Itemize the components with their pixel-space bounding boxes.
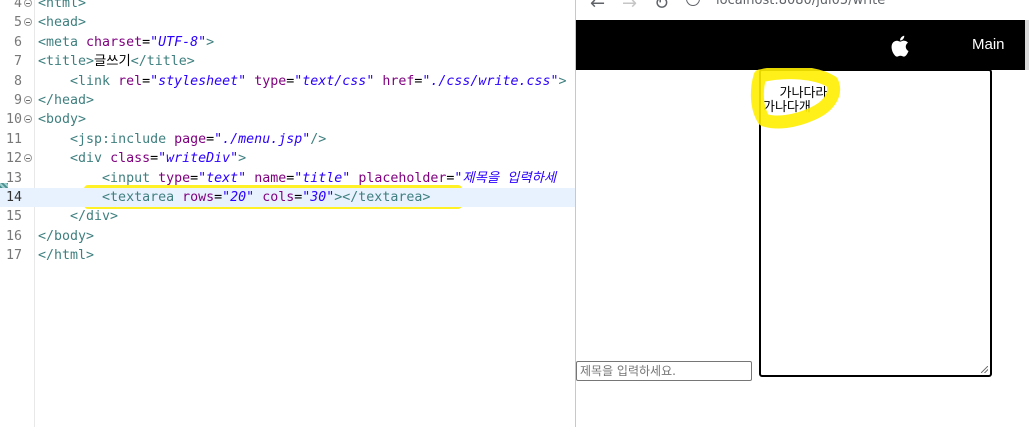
line-number: 7	[13, 54, 22, 70]
code-text: <input type="text" name="title" placehol…	[102, 170, 557, 186]
code-line[interactable]: 8 <link rel="stylesheet" type="text/css"…	[0, 72, 575, 91]
line-number: 10	[5, 112, 22, 128]
code-text: </html>	[38, 248, 95, 264]
line-number: 11	[5, 131, 22, 147]
scrollbar[interactable]	[1025, 20, 1029, 70]
code-line[interactable]: 14 <textarea rows="20" cols="30"></texta…	[0, 188, 575, 208]
code-text: <meta charset="UTF-8">	[38, 34, 215, 50]
code-text: </head>	[38, 93, 95, 108]
line-number: 12	[5, 151, 22, 167]
code-text: <div class="writeDiv">	[70, 151, 247, 167]
code-line[interactable]: 4 <html>	[0, 0, 575, 13]
fold-toggle-icon[interactable]	[24, 18, 32, 27]
menu-bar: Main	[576, 20, 1029, 70]
browser-window: ← → ↻ localhost:8080/jul05/write Main 가나…	[575, 0, 1029, 427]
code-text: <link rel="stylesheet" type="text/css" h…	[70, 73, 567, 89]
code-line[interactable]: 17 </html>	[0, 246, 575, 265]
line-number: 8	[13, 73, 22, 89]
address-bar[interactable]: localhost:8080/jul05/write	[716, 0, 885, 8]
line-number: 4	[13, 0, 22, 11]
line-number: 15	[5, 209, 22, 225]
resize-handle[interactable]	[981, 366, 988, 373]
fold-toggle-icon[interactable]	[24, 0, 32, 7]
code-line[interactable]: 12 <div class="writeDiv">	[0, 149, 575, 168]
code-editor[interactable]: 4 <html> 5 <head> 6 <meta charset="UTF-8"> 7 <t…	[0, 0, 575, 427]
line-number: 5	[13, 15, 22, 31]
code-text: <jsp:include page="./menu.jsp"/>	[70, 131, 327, 147]
code-text: <title>글쓰기</title>	[38, 54, 195, 70]
title-input[interactable]	[576, 361, 752, 381]
back-arrow-icon[interactable]: ←	[590, 0, 605, 14]
site-info-icon[interactable]	[686, 0, 700, 6]
fold-toggle-icon[interactable]	[24, 115, 32, 124]
textarea-text: 가나다라 가나다개	[763, 86, 828, 115]
reload-icon[interactable]: ↻	[654, 0, 669, 14]
line-number: 9	[13, 93, 22, 108]
code-text: <body>	[38, 112, 87, 128]
code-line[interactable]: 11 <jsp:include page="./menu.jsp"/>	[0, 130, 575, 149]
line-number: 17	[5, 248, 22, 264]
content-textarea[interactable]: 가나다라 가나다개	[759, 69, 992, 377]
fold-toggle-icon[interactable]	[24, 96, 32, 104]
code-line[interactable]: 13 <input type="text" name="title" place…	[0, 169, 575, 188]
code-line[interactable]: 5 <head>	[0, 13, 575, 32]
apple-logo-icon[interactable]	[888, 33, 914, 59]
line-number: 13	[5, 170, 22, 186]
menu-main-link[interactable]: Main	[972, 36, 1005, 53]
code-line[interactable]: 9 </head>	[0, 91, 575, 110]
fold-toggle-icon[interactable]	[24, 154, 32, 163]
code-text: </body>	[38, 228, 95, 244]
code-text: </div>	[70, 209, 119, 225]
line-number: 16	[5, 228, 22, 244]
code-text: <textarea rows="20" cols="30"></textarea…	[102, 190, 431, 205]
browser-toolbar: ← → ↻ localhost:8080/jul05/write	[576, 0, 1029, 20]
line-number: 14	[5, 190, 22, 205]
code-text: <html>	[38, 0, 87, 11]
forward-arrow-icon[interactable]: →	[622, 0, 637, 14]
code-line[interactable]: 15 </div>	[0, 207, 575, 226]
code-line[interactable]: 16 </body>	[0, 227, 575, 246]
code-text: <head>	[38, 15, 87, 31]
code-line[interactable]: 7 <title>글쓰기</title>	[0, 52, 575, 71]
code-line[interactable]: 6 <meta charset="UTF-8">	[0, 33, 575, 52]
line-number: 6	[13, 34, 22, 50]
code-line[interactable]: 10 <body>	[0, 110, 575, 129]
